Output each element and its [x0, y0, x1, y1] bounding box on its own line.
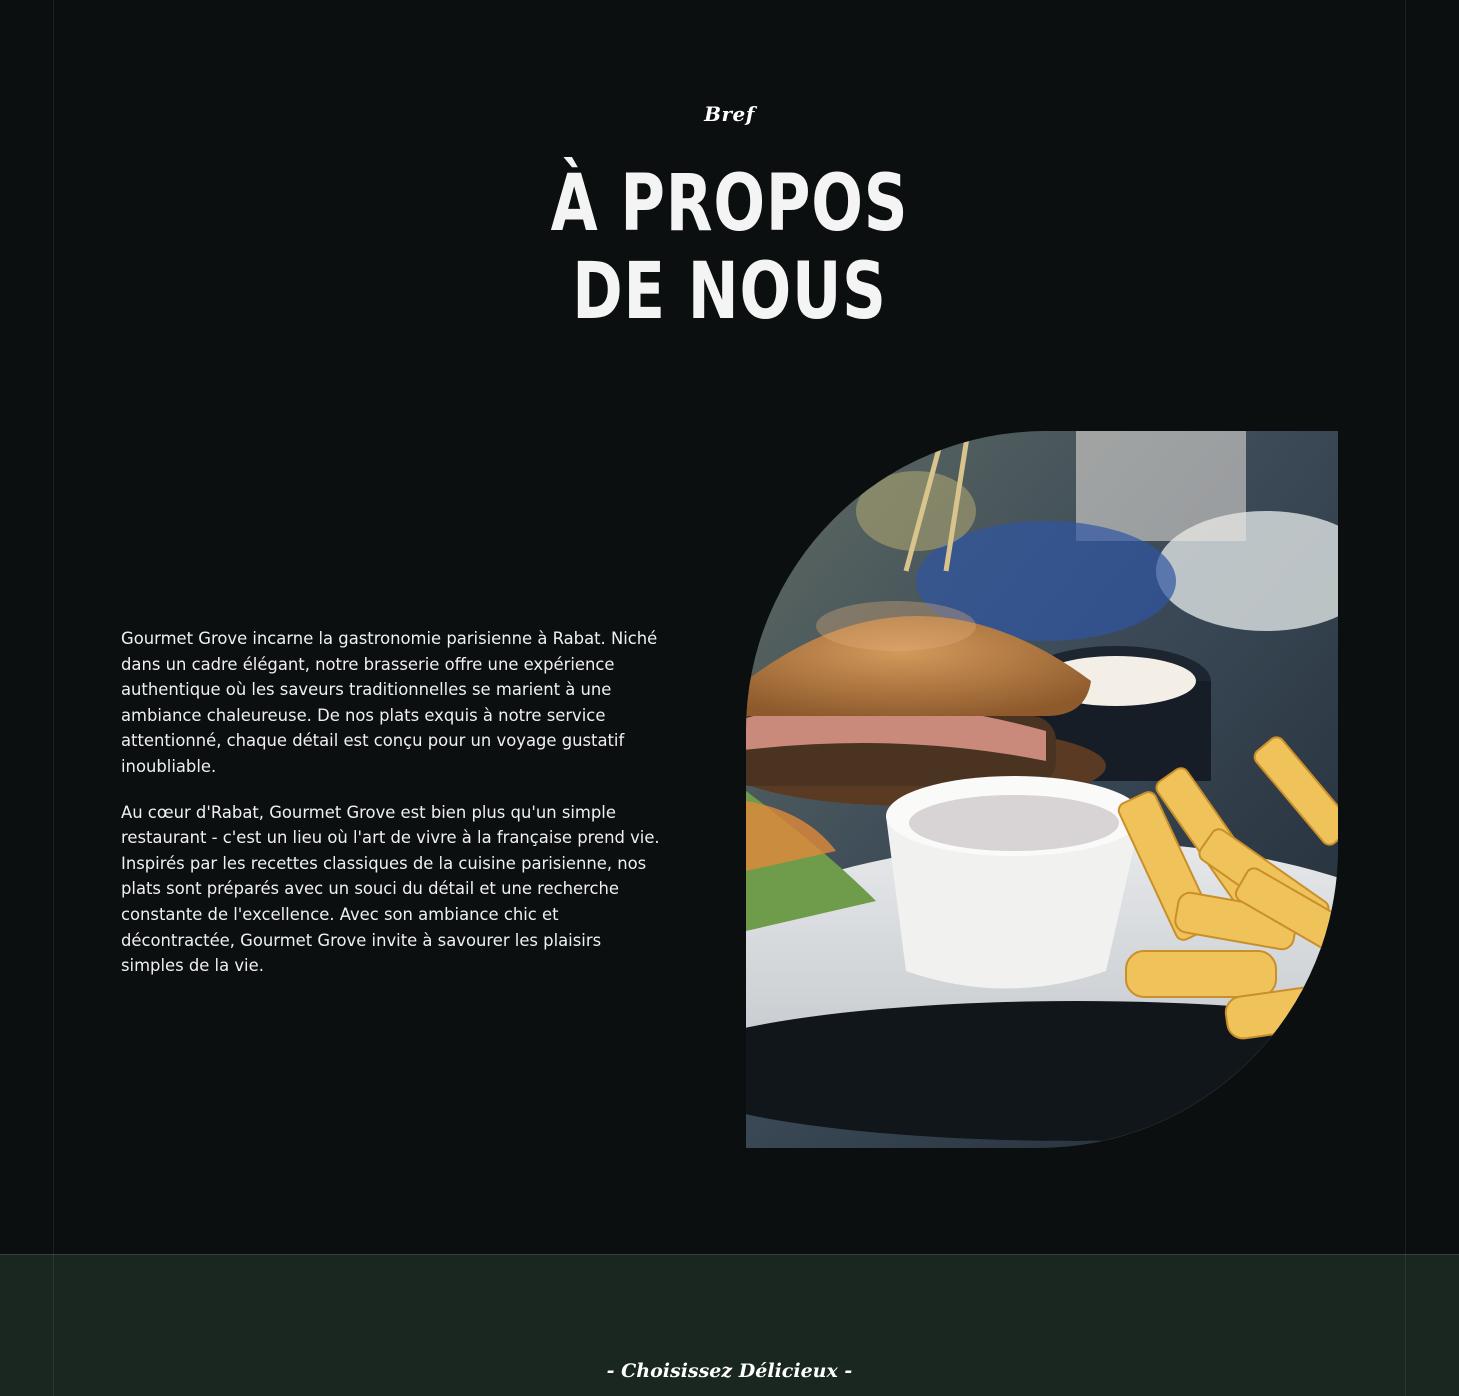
menu-eyebrow: - Choisissez Délicieux -	[606, 1360, 853, 1382]
about-section: Bref À PROPOS DE NOUS Gourmet Grove inca…	[0, 0, 1459, 1254]
about-title-line-2: DE NOUS	[572, 247, 887, 337]
burger-photo	[746, 431, 1338, 1148]
about-eyebrow: Bref	[704, 102, 755, 126]
about-paragraph-1: Gourmet Grove incarne la gastronomie par…	[121, 629, 658, 776]
about-text: Gourmet Grove incarne la gastronomie par…	[121, 626, 666, 999]
about-title: À PROPOS DE NOUS	[160, 160, 1298, 336]
burger-illustration	[746, 431, 1338, 1148]
right-guide-line	[1405, 0, 1406, 1396]
left-guide-line	[53, 0, 54, 1396]
about-paragraph-2: Au cœur d'Rabat, Gourmet Grove est bien …	[121, 802, 660, 976]
menu-section: - Choisissez Délicieux -	[0, 1254, 1459, 1396]
about-title-line-1: À PROPOS	[550, 159, 909, 249]
